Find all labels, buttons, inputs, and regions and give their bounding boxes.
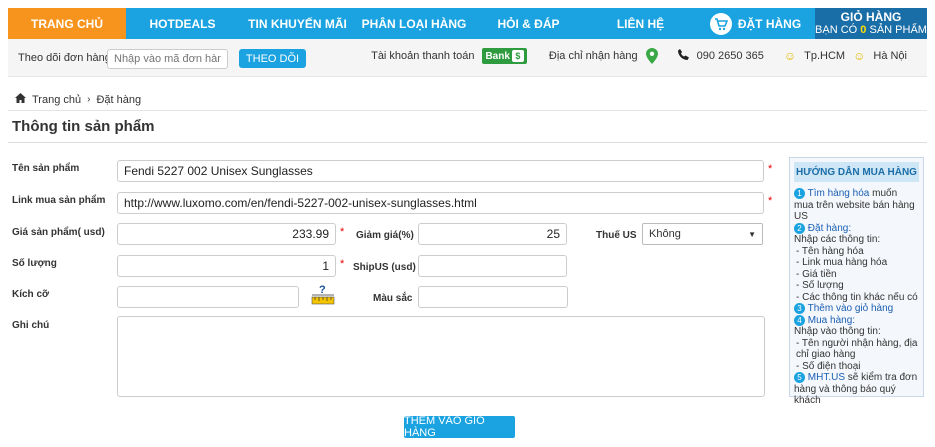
color-label: Màu sắc bbox=[373, 293, 413, 304]
guide-item: - Số lượng bbox=[796, 280, 844, 291]
required-mark: * bbox=[340, 226, 345, 238]
required-mark: * bbox=[768, 195, 773, 207]
breadcrumb: Trang chủ › Đặt hàng bbox=[15, 93, 141, 106]
guide-mht-link[interactable]: MHT.US bbox=[808, 372, 845, 383]
smile-icon: ☺ bbox=[853, 49, 866, 63]
size-input[interactable] bbox=[117, 286, 299, 308]
step-number-icon: 5 bbox=[794, 372, 805, 384]
guide-item: - Link mua hàng hóa bbox=[796, 257, 888, 268]
order-code-input[interactable] bbox=[107, 49, 228, 69]
top-info: Tài khoản thanh toán Bank $ Địa chỉ nhận … bbox=[371, 48, 907, 64]
us-tax-value: Không bbox=[649, 228, 681, 240]
guide-item: - Các thông tin khác nếu có bbox=[796, 291, 918, 303]
cart-count: 0 bbox=[860, 23, 867, 36]
cart-count-text: Bạn có 0 sản phẩm bbox=[815, 23, 927, 36]
ship-us-input[interactable] bbox=[418, 255, 567, 277]
product-name-input[interactable] bbox=[117, 160, 764, 182]
required-mark: * bbox=[768, 163, 773, 175]
quantity-label: Số lượng bbox=[12, 258, 57, 269]
guide-step-1: 1 Tìm hàng hóa muốn mua trên website bán… bbox=[794, 188, 915, 222]
note-label: Ghi chú bbox=[12, 320, 50, 331]
product-link-input[interactable] bbox=[117, 192, 764, 214]
cart-summary[interactable]: GIỎ HÀNG Bạn có 0 sản phẩm bbox=[815, 8, 927, 39]
discount-label: Giảm giá(%) bbox=[356, 230, 414, 241]
product-name-label: Tên sản phẩm bbox=[12, 163, 80, 174]
us-tax-select[interactable]: Không ▼ bbox=[642, 223, 763, 245]
guide-order-link[interactable]: Đặt hàng: bbox=[808, 223, 851, 234]
ship-us-label: ShipUS (usd) bbox=[353, 262, 416, 273]
guide-step-4: 4 Mua hàng: bbox=[794, 315, 919, 327]
tracking-label: Theo dõi đơn hàng bbox=[18, 52, 111, 64]
us-tax-label: Thuế US bbox=[596, 230, 637, 241]
guide-item: - Tên hàng hóa bbox=[796, 245, 864, 257]
step-number-icon: 3 bbox=[794, 303, 805, 315]
quantity-input[interactable] bbox=[117, 255, 336, 277]
guide-step-4-text: Nhập vào thông tin: bbox=[794, 326, 881, 337]
price-input[interactable] bbox=[117, 223, 336, 245]
divider bbox=[8, 110, 927, 111]
map-pin-icon bbox=[645, 48, 658, 64]
guide-step-2: 2 Đặt hàng: bbox=[794, 223, 919, 235]
guide-step-2-text: Nhập các thông tin: bbox=[794, 234, 881, 245]
delivery-address-link[interactable]: Địa chỉ nhận hàng bbox=[549, 50, 638, 62]
nav-item-promotions[interactable]: TIN KHUYẾN MÃI bbox=[239, 8, 356, 39]
nav-item-order[interactable]: ĐẶT HÀNG bbox=[696, 8, 815, 39]
guide-buy-link[interactable]: Mua hàng: bbox=[808, 315, 855, 326]
guide-title: HƯỚNG DẪN MUA HÀNG bbox=[794, 162, 919, 182]
city-hcm[interactable]: Tp.HCM bbox=[804, 50, 845, 62]
note-textarea[interactable] bbox=[117, 316, 765, 397]
product-link-label: Link mua sản phẩm bbox=[12, 195, 106, 206]
nav-item-faq[interactable]: HỎI & ĐÁP bbox=[472, 8, 585, 39]
guide-step-5: 5 MHT.US sẽ kiểm tra đơn hàng và thông b… bbox=[794, 372, 918, 406]
step-number-icon: 4 bbox=[794, 314, 805, 326]
page-title: Thông tin sản phẩm bbox=[12, 118, 155, 135]
payment-account-link[interactable]: Tài khoản thanh toán bbox=[371, 50, 474, 62]
nav-item-categories[interactable]: PHÂN LOẠI HÀNG bbox=[356, 8, 472, 39]
size-guide-icon[interactable]: ? bbox=[311, 283, 335, 310]
color-input[interactable] bbox=[418, 286, 568, 308]
chevron-down-icon: ▼ bbox=[748, 229, 756, 239]
step-number-icon: 1 bbox=[794, 188, 805, 200]
svg-text:?: ? bbox=[319, 284, 326, 296]
guide-item: - Số điện thoại bbox=[796, 360, 861, 372]
discount-input[interactable] bbox=[418, 223, 567, 245]
cart-title: GIỎ HÀNG bbox=[840, 9, 902, 24]
phone-number: 090 2650 365 bbox=[696, 50, 764, 62]
phone-icon bbox=[677, 49, 689, 63]
smile-icon: ☺ bbox=[783, 49, 797, 63]
nav-item-contact[interactable]: LIÊN HỆ bbox=[585, 8, 696, 39]
required-mark: * bbox=[340, 258, 345, 270]
breadcrumb-home[interactable]: Trang chủ bbox=[32, 94, 81, 106]
bank-icon[interactable]: Bank $ bbox=[482, 48, 527, 64]
add-to-cart-button[interactable]: THÊM VÀO GIỎ HÀNG bbox=[404, 415, 515, 439]
guide-item: - Giá tiền bbox=[796, 268, 837, 280]
guide-find-link[interactable]: Tìm hàng hóa bbox=[808, 188, 870, 199]
home-icon[interactable] bbox=[15, 93, 26, 106]
track-button[interactable]: THEO DÕI bbox=[239, 49, 306, 68]
purchase-guide-box: HƯỚNG DẪN MUA HÀNG 1 Tìm hàng hóa muốn m… bbox=[789, 157, 924, 406]
nav-item-hotdeals[interactable]: HOTDEALS bbox=[126, 8, 239, 39]
nav-item-home[interactable]: TRANG CHỦ bbox=[8, 8, 126, 39]
nav-order-label: ĐẶT HÀNG bbox=[737, 16, 802, 31]
guide-item: - Tên người nhận hàng, địa chỉ giao hàng bbox=[796, 337, 918, 361]
top-navigation: TRANG CHỦ HOTDEALS TIN KHUYẾN MÃI PHÂN L… bbox=[8, 8, 927, 39]
price-label: Giá sản phẩm( usd) bbox=[12, 227, 105, 238]
divider bbox=[8, 142, 927, 143]
breadcrumb-current: Đặt hàng bbox=[96, 93, 142, 106]
size-label: Kích cỡ bbox=[12, 289, 50, 300]
cart-icon bbox=[709, 12, 732, 35]
city-hanoi[interactable]: Hà Nội bbox=[873, 50, 907, 62]
guide-step-3: 3 Thêm vào giỏ hàng bbox=[794, 303, 919, 315]
guide-add-cart-link[interactable]: Thêm vào giỏ hàng bbox=[808, 303, 894, 314]
order-tracking-bar: Theo dõi đơn hàng THEO DÕI Tài khoản tha… bbox=[8, 39, 927, 77]
step-number-icon: 2 bbox=[794, 222, 805, 234]
chevron-right-icon: › bbox=[87, 94, 91, 105]
